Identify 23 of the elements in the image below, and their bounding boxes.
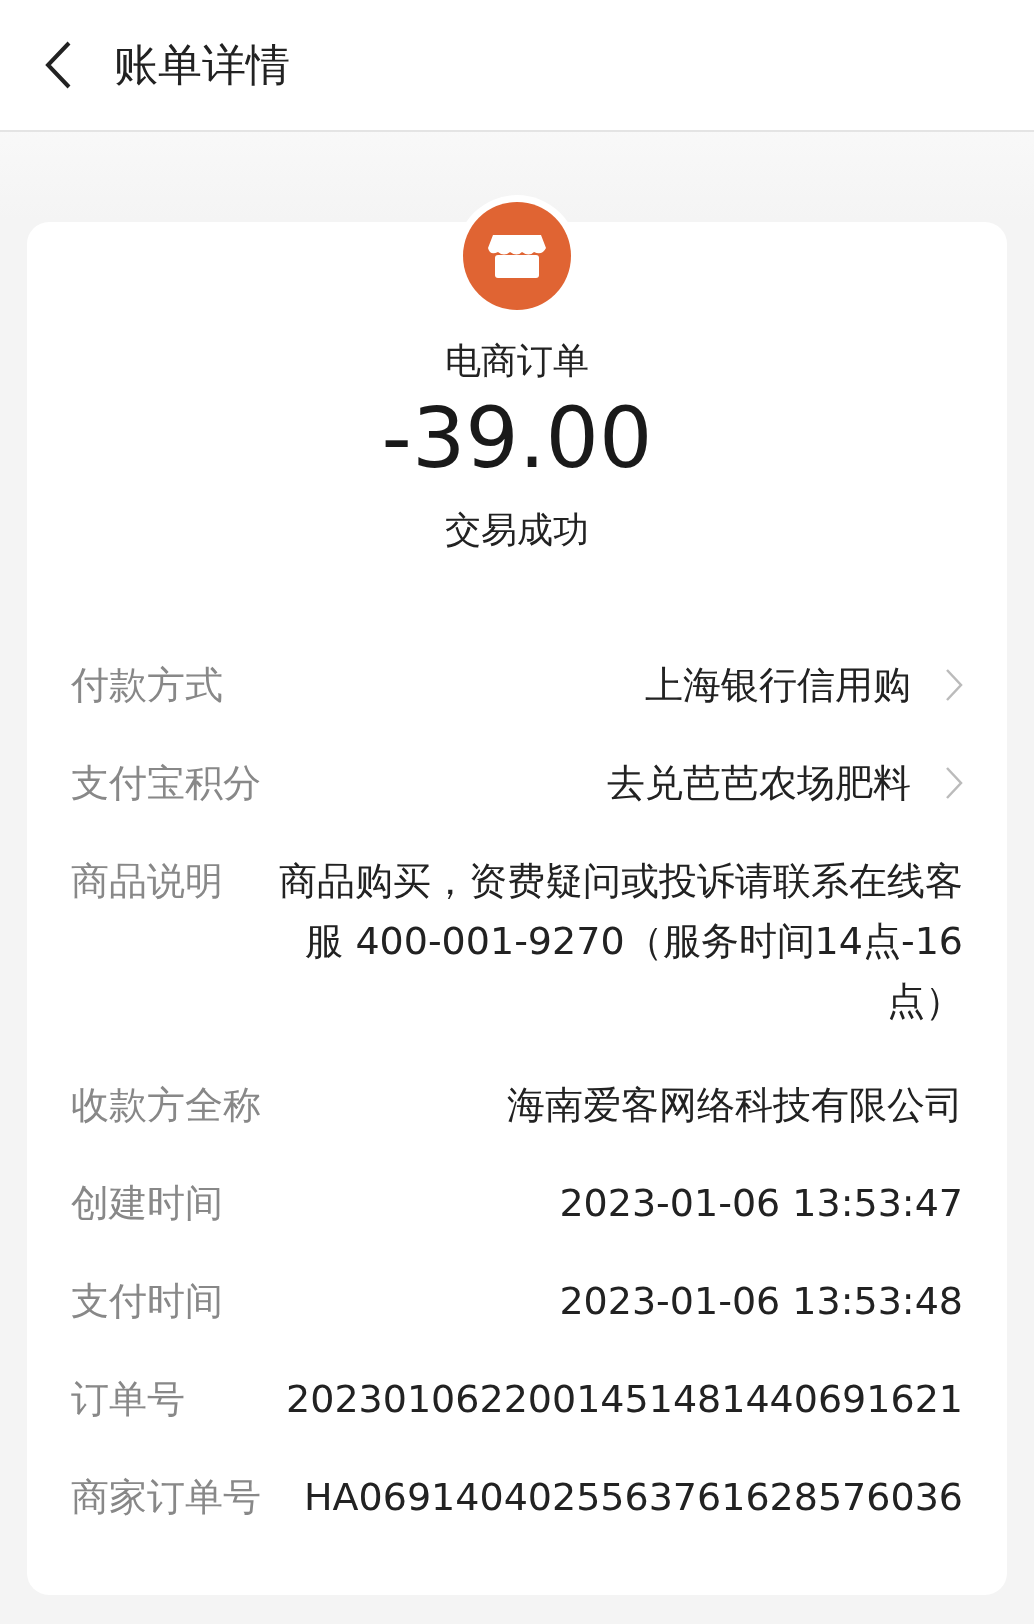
field-label: 商家订单号 [71, 1474, 261, 1522]
page-title: 账单详情 [114, 37, 290, 92]
field-label: 订单号 [71, 1376, 185, 1424]
field-link[interactable]: 上海银行信用购 [247, 655, 963, 716]
chevron-icon [945, 766, 963, 801]
back-icon [43, 40, 73, 90]
field-label: 付款方式 [71, 662, 223, 710]
field-label: 创建时间 [71, 1180, 223, 1228]
field-value: 商品购买，资费疑问或投诉请联系在线客服 400-001-9270（服务时间14点-16点） [278, 858, 963, 1026]
field-value: 海南爱客网络科技有限公司 [506, 1082, 963, 1130]
chevron-icon [945, 668, 963, 703]
field-value: HA0691404025563761628576036 [303, 1474, 963, 1522]
field-value: 2023-01-06 13:53:47 [558, 1180, 963, 1228]
field-label: 商品说明 [71, 858, 223, 906]
field-value: 2023-01-06 13:53:48 [558, 1278, 963, 1326]
field-link[interactable]: 去兑芭芭农场肥料 [285, 753, 963, 814]
field-label: 支付宝积分 [71, 760, 261, 808]
field-value: 2023010622001451481440691621 [285, 1376, 963, 1424]
status-label: 交易成功 [444, 508, 590, 553]
category-label: 电商订单 [444, 339, 590, 383]
field-label: 支付时间 [71, 1278, 223, 1326]
field-label: 收款方全称 [71, 1082, 261, 1130]
amount: -39.00 [380, 392, 654, 485]
